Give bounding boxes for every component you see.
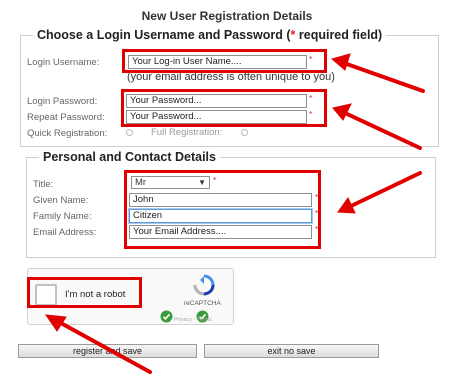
arrow-passwords	[343, 111, 422, 150]
arrow-username	[342, 61, 425, 93]
arrow-passwords-head	[332, 103, 352, 121]
arrow-personal	[347, 171, 422, 209]
arrow-captcha	[57, 320, 152, 374]
arrow-username-head	[330, 53, 351, 71]
annotation-arrows	[44, 53, 425, 374]
